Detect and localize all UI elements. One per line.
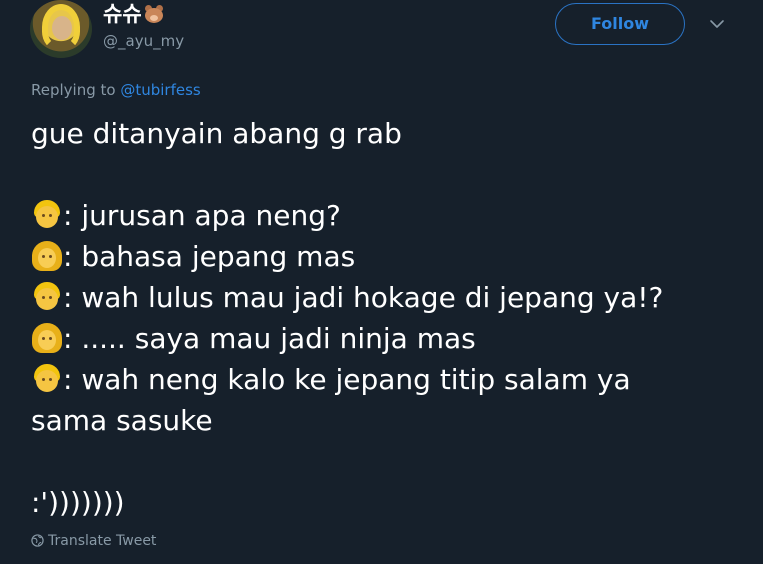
dialogue-text: : wah neng kalo ke jepang titip salam ya (63, 363, 631, 396)
dialogue-line: : jurusan apa neng? (31, 195, 751, 236)
bear-face-icon (144, 5, 164, 23)
tweet-card: 슈슈 @_ayu_my Follow Replying to @tubirfes… (0, 0, 763, 564)
dialogue-text: : wah lulus mau jadi hokage di jepang ya… (63, 281, 664, 314)
mention-link[interactable]: @tubirfess (120, 81, 200, 99)
dialogue-text: : jurusan apa neng? (63, 199, 341, 232)
dialogue-line: : ..... saya mau jadi ninja mas (31, 318, 751, 359)
woman-emoji-icon (31, 322, 63, 354)
dialogue-line: : wah lulus mau jadi hokage di jepang ya… (31, 277, 751, 318)
display-name-text[interactable]: 슈슈 (103, 2, 142, 26)
replying-to-label: Replying to (31, 81, 116, 99)
dialogue-line: : bahasa jepang mas (31, 236, 751, 277)
follow-button[interactable]: Follow (555, 3, 685, 45)
chevron-down-icon[interactable] (708, 15, 726, 33)
translate-tweet-label[interactable]: Translate Tweet (48, 533, 156, 549)
tweet-closing: :'))))))) (31, 486, 125, 519)
dialogue-text: : ..... saya mau jadi ninja mas (63, 322, 476, 355)
display-name[interactable]: 슈슈 (103, 1, 164, 27)
man-emoji-icon (31, 199, 63, 231)
user-handle[interactable]: @_ayu_my (103, 32, 184, 50)
dialogue-text: : bahasa jepang mas (63, 240, 356, 273)
dialogue-line: : wah neng kalo ke jepang titip salam ya (31, 359, 751, 400)
man-emoji-icon (31, 281, 63, 313)
translate-tweet-link[interactable]: Translate Tweet (31, 533, 156, 549)
dialogue-continuation: sama sasuke (31, 404, 213, 437)
replying-to: Replying to @tubirfess (31, 81, 201, 99)
globe-icon (31, 534, 44, 547)
tweet-intro: gue ditanyain abang g rab (31, 117, 402, 150)
tweet-text: gue ditanyain abang g rab : jurusan apa … (31, 113, 751, 523)
woman-emoji-icon (31, 240, 63, 272)
avatar[interactable] (30, 0, 92, 58)
man-emoji-icon (31, 363, 63, 395)
